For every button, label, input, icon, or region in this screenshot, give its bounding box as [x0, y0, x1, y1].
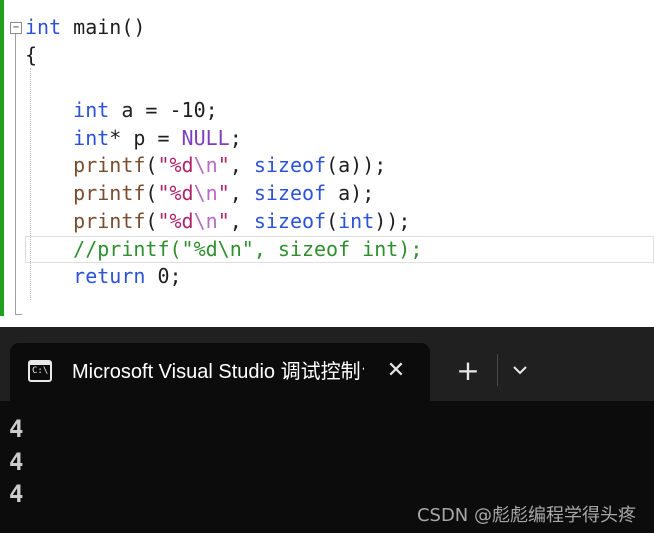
code-token: \n [193, 208, 218, 233]
tab-divider [497, 354, 498, 386]
code-token: sizeof [253, 153, 327, 178]
code-token: , [229, 208, 254, 233]
code-line[interactable]: return 0; [25, 263, 654, 291]
code-token: int [73, 98, 110, 123]
code-token: printf [73, 208, 146, 233]
watermark: CSDN @彪彪编程学得头疼 [416, 505, 636, 526]
code-token: int [338, 208, 375, 233]
code-line[interactable] [25, 319, 654, 327]
code-token: \n [193, 181, 218, 206]
debug-console-window[interactable]: C:\ Microsoft Visual Studio 调试控制台 ✕ + 4 … [0, 327, 654, 533]
code-token: int [73, 125, 110, 150]
code-line[interactable] [25, 291, 654, 319]
code-token: 0; [145, 264, 182, 289]
code-token: { [25, 42, 38, 67]
code-lines[interactable]: int main(){ int a = -10; int* p = NULL; … [25, 14, 654, 327]
code-line[interactable]: { [25, 42, 654, 70]
outlining-margin: − [4, 0, 22, 327]
code-line[interactable]: int* p = NULL; [25, 125, 654, 153]
code-token: " [217, 208, 230, 233]
output-line: 4 [9, 415, 24, 443]
code-token: , [229, 181, 254, 206]
output-line: 4 [9, 447, 24, 476]
code-token: "%d [157, 181, 194, 206]
code-token: printf [73, 153, 146, 178]
console-output: 4 4 4 [9, 413, 23, 511]
terminal-icon: C:\ [28, 360, 52, 382]
output-line: 4 [9, 480, 24, 508]
code-token: " [217, 153, 230, 178]
code-token: , [229, 153, 254, 178]
code-token: NULL [181, 125, 230, 150]
code-token: sizeof [253, 181, 327, 206]
code-token: \n [193, 153, 218, 178]
code-line[interactable]: printf("%d\n", sizeof a); [25, 180, 654, 208]
code-token: a); [326, 181, 375, 206]
code-line[interactable]: int a = -10; [25, 97, 654, 125]
fold-guide-end [15, 314, 22, 315]
code-token: "%d [157, 208, 194, 233]
code-token: ( [145, 208, 158, 233]
code-token: main() [61, 15, 146, 39]
code-token: " [217, 181, 230, 206]
code-token: ( [145, 153, 158, 178]
code-token: )); [374, 208, 411, 233]
new-tab-button[interactable]: + [452, 355, 484, 387]
code-token: ( [326, 208, 339, 233]
code-token: ( [145, 181, 158, 206]
code-token: * p = [109, 125, 182, 150]
code-token: return [73, 264, 146, 289]
code-token: ; [229, 125, 242, 150]
fold-guide-line [15, 34, 16, 314]
console-tab[interactable]: C:\ Microsoft Visual Studio 调试控制台 ✕ [10, 343, 430, 401]
code-line[interactable]: printf("%d\n", sizeof(a)); [25, 152, 654, 180]
code-token: int [25, 15, 62, 39]
code-line[interactable] [25, 69, 654, 97]
code-token: //printf("%d\n", sizeof int); [73, 236, 423, 261]
code-token: (a)); [326, 153, 387, 178]
code-line[interactable]: //printf("%d\n", sizeof int); [25, 235, 654, 264]
code-token: printf [73, 181, 146, 206]
code-line[interactable]: int main() [25, 14, 654, 42]
chevron-down-icon[interactable] [504, 355, 536, 387]
code-token: sizeof [253, 208, 327, 233]
code-editor[interactable]: − int main(){ int a = -10; int* p = NULL… [0, 0, 654, 327]
code-token: a = -10; [109, 98, 218, 123]
tab-bar: C:\ Microsoft Visual Studio 调试控制台 ✕ + [0, 327, 654, 401]
close-tab-icon[interactable]: ✕ [382, 357, 410, 385]
code-token: "%d [157, 153, 194, 178]
code-line[interactable]: printf("%d\n", sizeof(int)); [25, 208, 654, 236]
collapse-icon[interactable]: − [10, 22, 22, 34]
tab-title: Microsoft Visual Studio 调试控制台 [72, 361, 364, 383]
